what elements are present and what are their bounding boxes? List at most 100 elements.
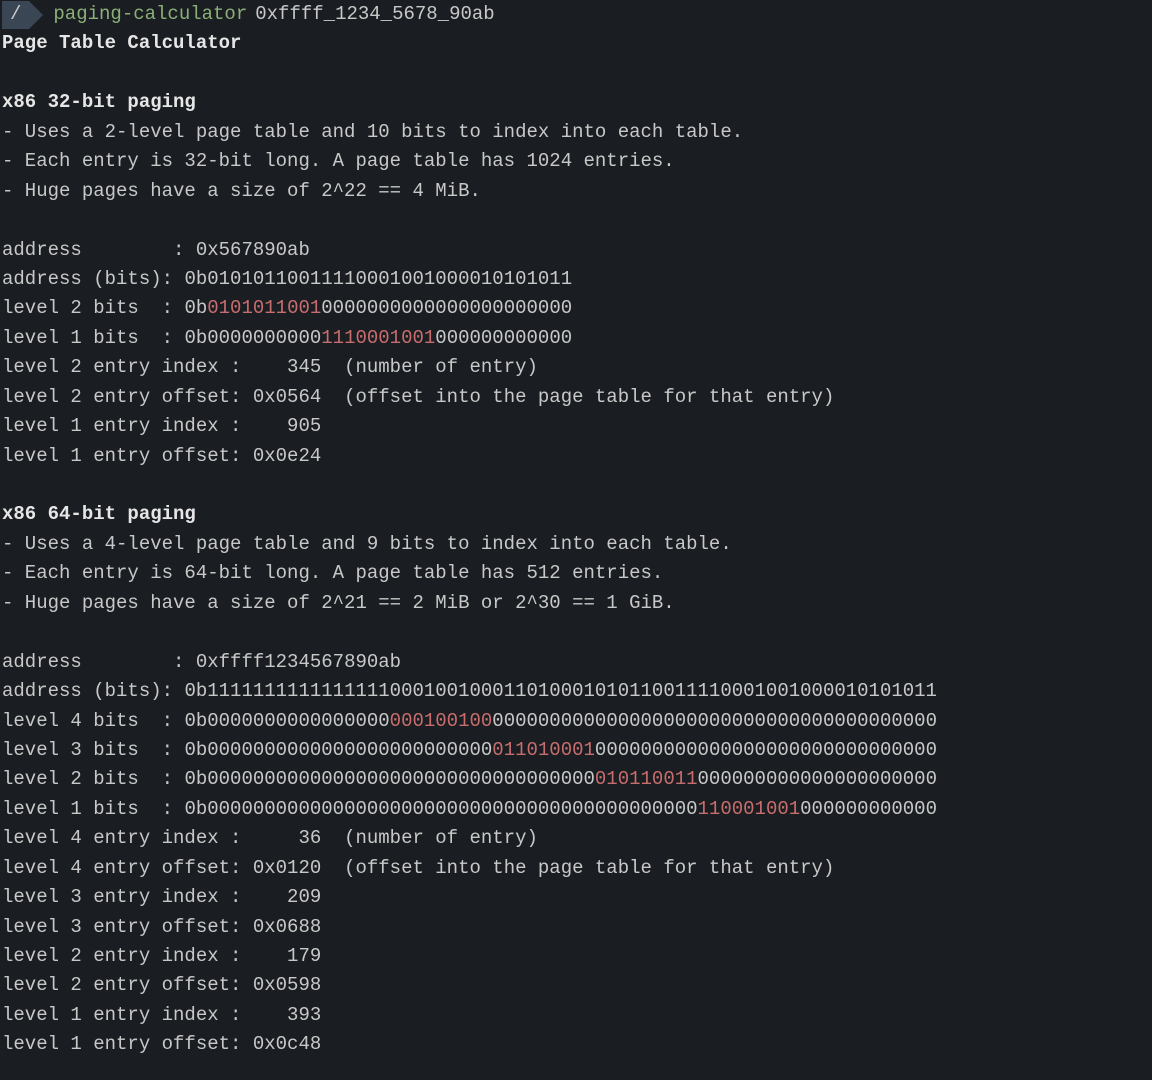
x86-64-level1-bits: level 1 bits : 0b00000000000000000000000… — [0, 795, 1152, 824]
x86-64-level2-entry-index: level 2 entry index : 179 — [0, 942, 1152, 971]
bits-pre: 0b0000000000000000000000000 — [184, 739, 492, 761]
label: level 1 entry index : — [2, 415, 253, 437]
x86-32-level1-bits: level 1 bits : 0b00000000001110001001000… — [0, 324, 1152, 353]
x86-32-level2-bits: level 2 bits : 0b01010110010000000000000… — [0, 294, 1152, 323]
note: (offset into the page table for that ent… — [321, 857, 834, 879]
x86-64-heading: x86 64-bit paging — [0, 500, 1152, 529]
label: level 2 entry index : — [2, 945, 253, 967]
x86-64-level4-entry-index: level 4 entry index : 36 (number of entr… — [0, 824, 1152, 853]
x86-32-level2-entry-offset: level 2 entry offset: 0x0564 (offset int… — [0, 383, 1152, 412]
x86-64-address-bits: address (bits): 0b1111111111111111000100… — [0, 677, 1152, 706]
prompt-path: / — [2, 1, 29, 29]
label: level 1 entry offset: — [2, 445, 253, 467]
value: 345 — [253, 356, 321, 378]
value: 393 — [253, 1004, 321, 1026]
label: level 4 entry offset: — [2, 857, 253, 879]
label: level 2 entry offset: — [2, 386, 253, 408]
bits-pre: 0b0000000000000000000000000000000000 — [184, 768, 594, 790]
x86-32-level1-entry-offset: level 1 entry offset: 0x0e24 — [0, 442, 1152, 471]
label: level 1 bits : — [2, 327, 184, 349]
note: (offset into the page table for that ent… — [321, 386, 834, 408]
label: level 3 entry index : — [2, 886, 253, 908]
command-argument: 0xffff_1234_5678_90ab — [255, 0, 494, 29]
x86-64-level4-bits: level 4 bits : 0b00000000000000000001001… — [0, 707, 1152, 736]
x86-64-level1-entry-index: level 1 entry index : 393 — [0, 1001, 1152, 1030]
bits-pre: 0b — [184, 297, 207, 319]
x86-32-address-bits: address (bits): 0b0101011001111000100100… — [0, 265, 1152, 294]
bits-post: 000000000000000000000 — [698, 768, 937, 790]
label: level 2 bits : — [2, 768, 184, 790]
bits-highlight: 0101011001 — [207, 297, 321, 319]
x86-64-level1-entry-offset: level 1 entry offset: 0x0c48 — [0, 1030, 1152, 1059]
label: address (bits): — [2, 268, 184, 290]
blank-line — [0, 471, 1152, 500]
shell-prompt-line[interactable]: / paging-calculator 0xffff_1234_5678_90a… — [0, 0, 1152, 29]
bits-post: 000000000000000000000000000000000000000 — [492, 710, 937, 732]
label: level 1 bits : — [2, 798, 184, 820]
x86-64-level4-entry-offset: level 4 entry offset: 0x0120 (offset int… — [0, 854, 1152, 883]
label: level 4 entry index : — [2, 827, 253, 849]
x86-64-level3-entry-offset: level 3 entry offset: 0x0688 — [0, 913, 1152, 942]
x86-64-address: address : 0xffff1234567890ab — [0, 648, 1152, 677]
label: level 1 entry index : — [2, 1004, 253, 1026]
label: level 3 bits : — [2, 739, 184, 761]
command-name: paging-calculator — [53, 0, 247, 29]
value: 0x567890ab — [196, 239, 310, 261]
bits-post: 000000000000 — [800, 798, 937, 820]
bits-pre: 0b0000000000000000 — [184, 710, 389, 732]
label: level 3 entry offset: — [2, 916, 253, 938]
value: 36 — [253, 827, 321, 849]
blank-line — [0, 618, 1152, 647]
value: 0x0564 — [253, 386, 321, 408]
label: address : — [2, 239, 196, 261]
label: address : — [2, 651, 196, 673]
value: 0b01010110011110001001000010101011 — [184, 268, 572, 290]
x86-64-level3-bits: level 3 bits : 0b00000000000000000000000… — [0, 736, 1152, 765]
x86-64-bullet-2: - Each entry is 64-bit long. A page tabl… — [0, 559, 1152, 588]
label: level 2 entry index : — [2, 356, 253, 378]
bits-highlight: 1110001001 — [321, 327, 435, 349]
x86-64-bullet-1: - Uses a 4-level page table and 9 bits t… — [0, 530, 1152, 559]
label: address (bits): — [2, 680, 184, 702]
x86-32-level2-entry-index: level 2 entry index : 345 (number of ent… — [0, 353, 1152, 382]
value: 179 — [253, 945, 321, 967]
value: 0b11111111111111110001001000110100010101… — [184, 680, 937, 702]
label: level 2 entry offset: — [2, 974, 253, 996]
x86-64-level3-entry-index: level 3 entry index : 209 — [0, 883, 1152, 912]
x86-32-heading: x86 32-bit paging — [0, 88, 1152, 117]
bits-post: 000000000000 — [435, 327, 572, 349]
blank-line — [0, 206, 1152, 235]
label: level 2 bits : — [2, 297, 184, 319]
value: 0x0120 — [253, 857, 321, 879]
x86-64-level2-entry-offset: level 2 entry offset: 0x0598 — [0, 971, 1152, 1000]
value: 0x0c48 — [253, 1033, 321, 1055]
bits-pre: 0b00000000000000000000000000000000000000… — [184, 798, 697, 820]
x86-32-level1-entry-index: level 1 entry index : 905 — [0, 412, 1152, 441]
x86-64-bullet-3: - Huge pages have a size of 2^21 == 2 Mi… — [0, 589, 1152, 618]
x86-32-bullet-3: - Huge pages have a size of 2^22 == 4 Mi… — [0, 177, 1152, 206]
value: 0x0688 — [253, 916, 321, 938]
prompt-arrow-icon — [29, 1, 43, 29]
value: 0x0e24 — [253, 445, 321, 467]
bits-highlight: 110001001 — [698, 798, 801, 820]
value: 0x0598 — [253, 974, 321, 996]
value: 209 — [253, 886, 321, 908]
label: level 4 bits : — [2, 710, 184, 732]
bits-highlight: 011010001 — [492, 739, 595, 761]
x86-32-bullet-2: - Each entry is 32-bit long. A page tabl… — [0, 147, 1152, 176]
blank-line — [0, 59, 1152, 88]
bits-post: 000000000000000000000000000000 — [595, 739, 937, 761]
label: level 1 entry offset: — [2, 1033, 253, 1055]
x86-64-level2-bits: level 2 bits : 0b00000000000000000000000… — [0, 765, 1152, 794]
page-title: Page Table Calculator — [0, 29, 1152, 58]
bits-highlight: 000100100 — [390, 710, 493, 732]
x86-32-bullet-1: - Uses a 2-level page table and 10 bits … — [0, 118, 1152, 147]
note: (number of entry) — [321, 356, 538, 378]
value: 0xffff1234567890ab — [196, 651, 401, 673]
value: 905 — [253, 415, 321, 437]
note: (number of entry) — [321, 827, 538, 849]
bits-pre: 0b0000000000 — [184, 327, 321, 349]
bits-post: 0000000000000000000000 — [321, 297, 572, 319]
bits-highlight: 010110011 — [595, 768, 698, 790]
x86-32-address: address : 0x567890ab — [0, 236, 1152, 265]
